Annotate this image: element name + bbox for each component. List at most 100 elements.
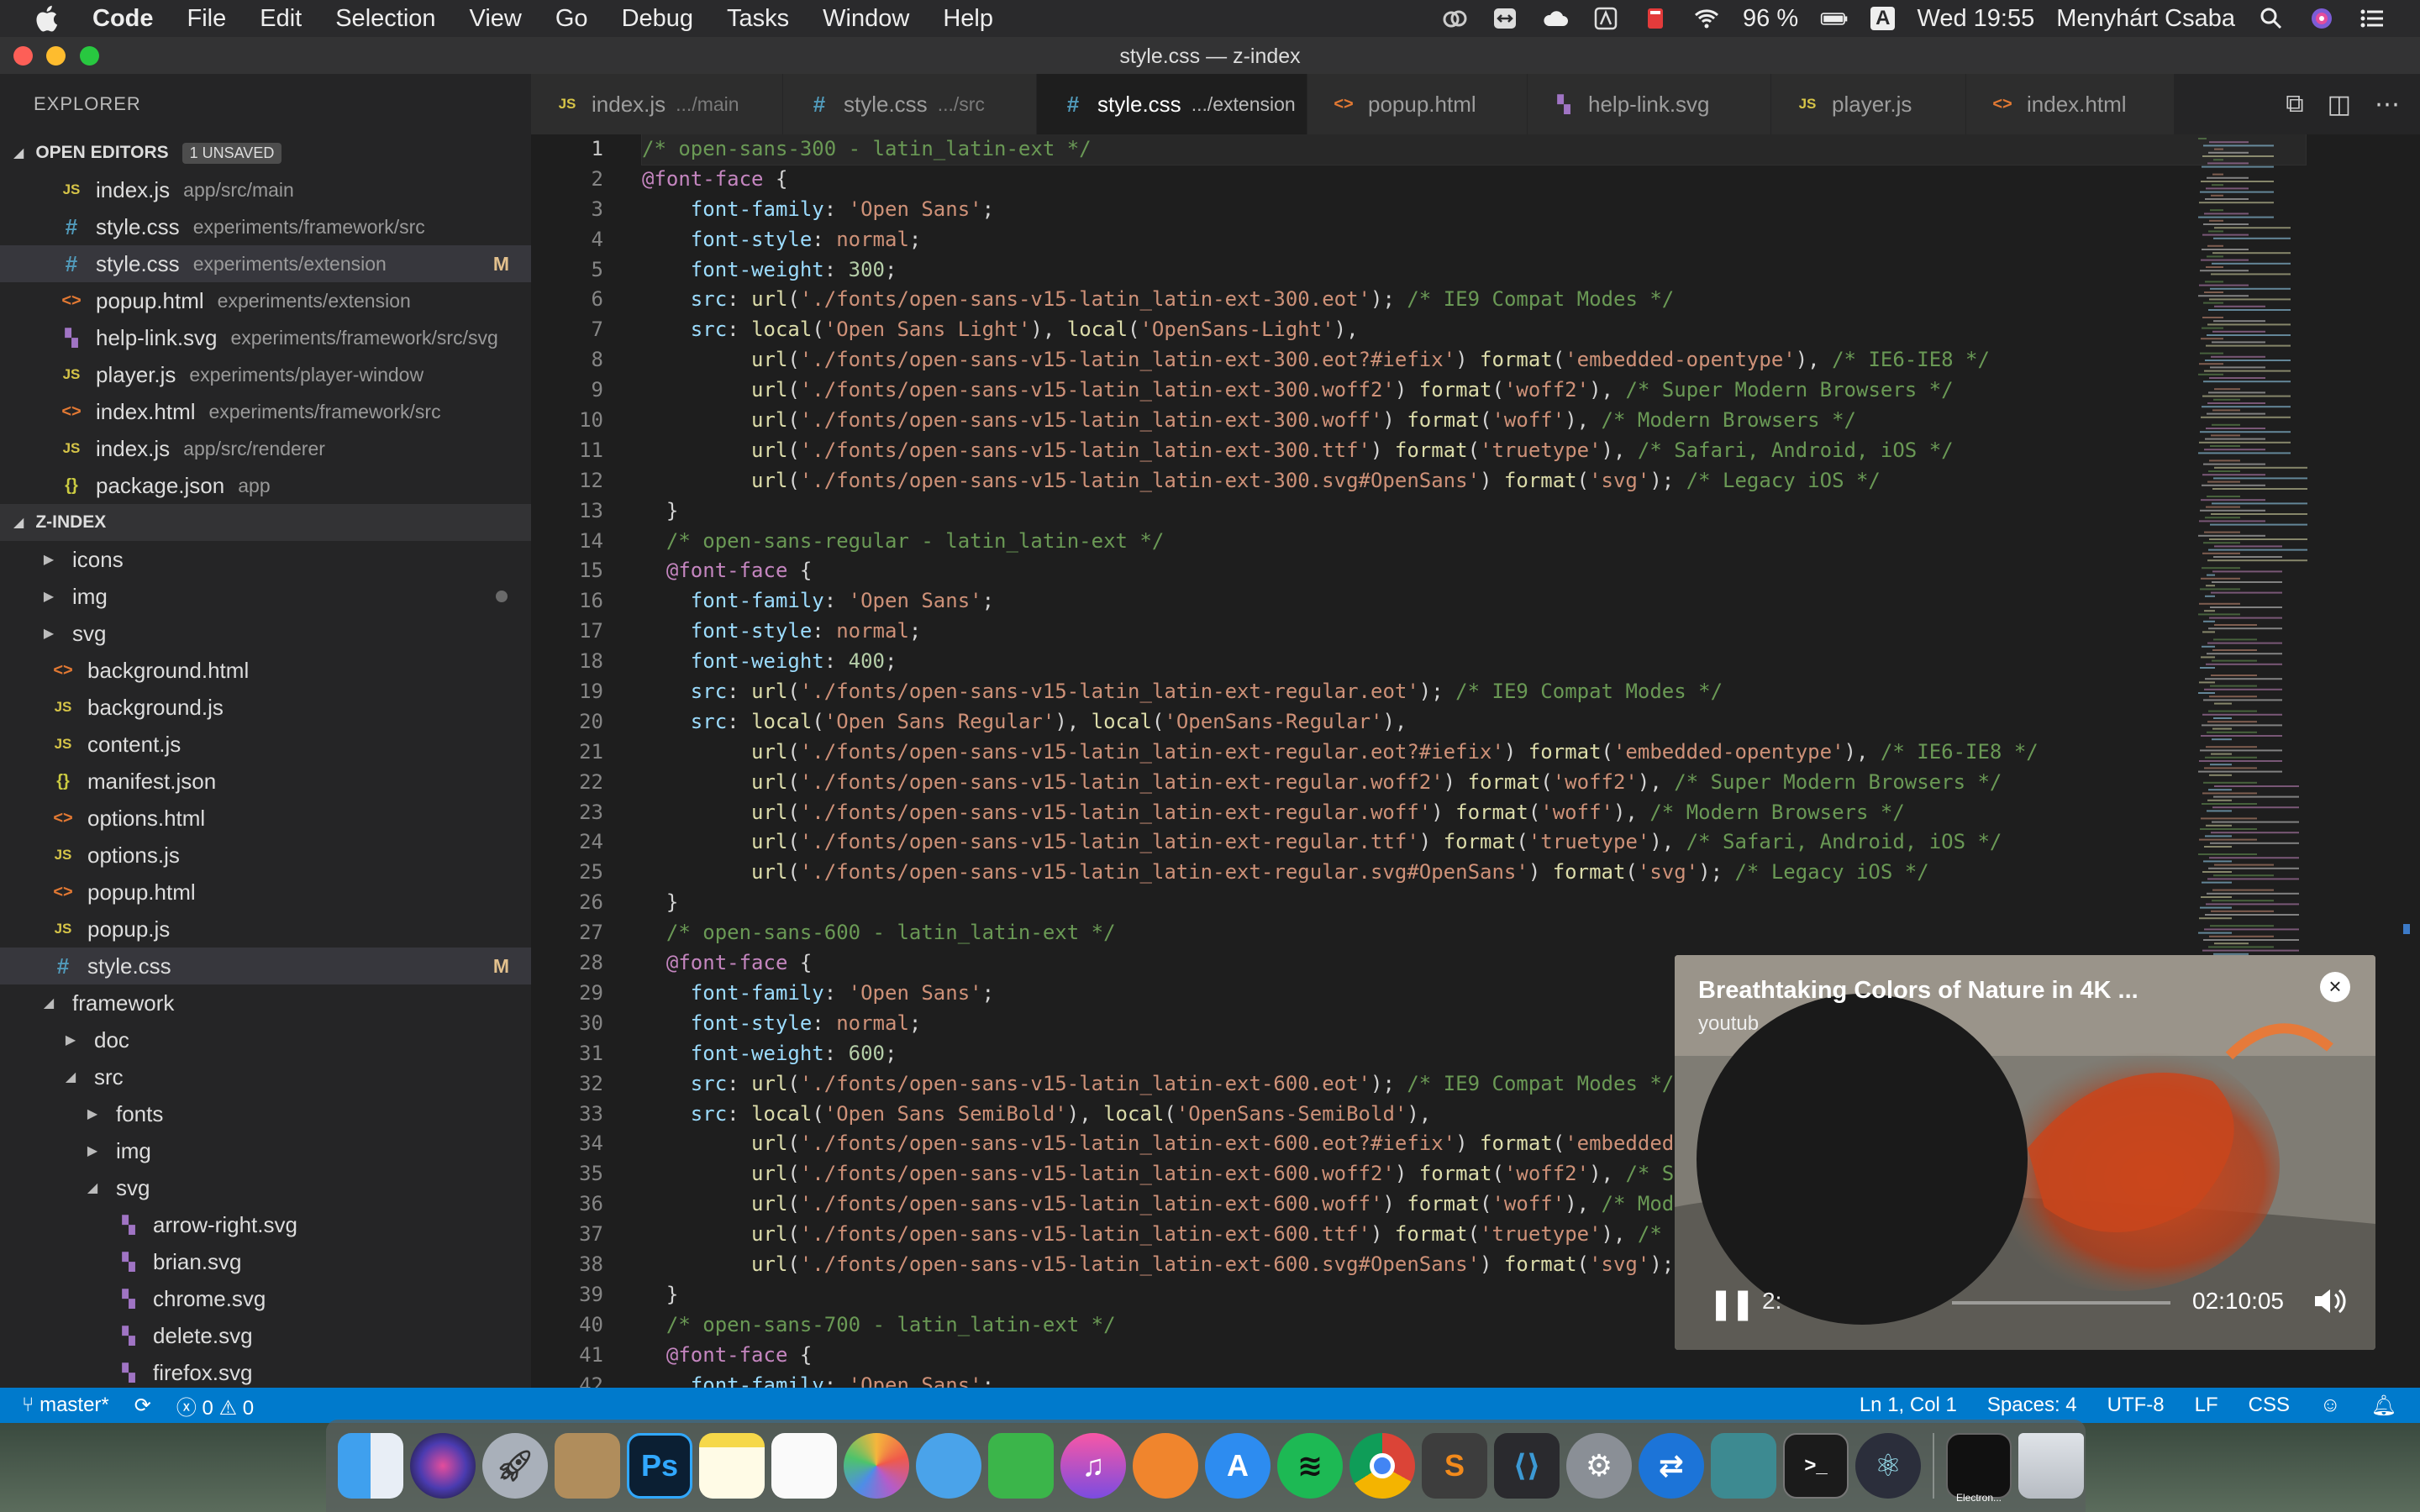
open-changes-icon[interactable]: ⧉ <box>2286 90 2303 118</box>
tree-file[interactable]: JS popup.js <box>0 911 531 948</box>
chrome-icon[interactable] <box>1349 1433 1415 1499</box>
code-line[interactable]: font-style: normal; <box>642 617 2306 647</box>
workspace-folder-header[interactable]: ◢ Z-INDEX <box>0 504 531 541</box>
picture-in-picture-player[interactable]: Breathtaking Colors of Nature in 4K ... … <box>1675 955 2375 1350</box>
code-line[interactable]: font-family: 'Open Sans'; <box>642 586 2306 617</box>
code-line[interactable]: url('./fonts/open-sans-v15-latin_latin-e… <box>642 827 2306 858</box>
code-line[interactable]: @font-face { <box>642 556 2306 586</box>
code-line[interactable]: url('./fonts/open-sans-v15-latin_latin-e… <box>642 345 2306 375</box>
open-editor-item[interactable]: ▚ help-link.svg experiments/framework/src/… <box>0 319 531 356</box>
sync-icon[interactable]: ⟳ <box>134 1394 151 1418</box>
pause-icon[interactable]: ❚❚ <box>1708 1286 1755 1321</box>
terminal-icon[interactable]: >_ <box>1783 1433 1849 1499</box>
code-line[interactable]: src: local('Open Sans Light'), local('Op… <box>642 315 2306 345</box>
battery-icon[interactable] <box>1820 6 1849 31</box>
cloud-icon[interactable] <box>1541 6 1570 31</box>
menu-window[interactable]: Window <box>823 5 909 33</box>
code-line[interactable]: url('./fonts/open-sans-v15-latin_latin-e… <box>642 768 2306 798</box>
bookmark-app-icon[interactable] <box>1642 6 1670 31</box>
open-editor-item[interactable]: JS index.js app/src/main <box>0 171 531 208</box>
code-line[interactable]: src: url('./fonts/open-sans-v15-latin_la… <box>642 285 2306 315</box>
code-line[interactable]: } <box>642 888 2306 918</box>
tree-file[interactable]: JS options.js <box>0 837 531 874</box>
cursor-position[interactable]: Ln 1, Col 1 <box>1860 1394 1957 1417</box>
indentation[interactable]: Spaces: 4 <box>1987 1394 2077 1417</box>
editor-tab[interactable]: #style.css.../extension✕ <box>1037 74 1334 134</box>
tree-file[interactable]: ▚ arrow-right.svg <box>0 1206 531 1243</box>
editor-tab[interactable]: <> index.html <box>1966 74 2175 134</box>
launchpad-icon[interactable]: 🚀︎ <box>482 1433 548 1499</box>
tree-folder[interactable]: ◢ src <box>0 1058 531 1095</box>
menu-edit[interactable]: Edit <box>260 5 302 33</box>
tree-file[interactable]: ▚ delete.svg <box>0 1317 531 1354</box>
video-progress-track[interactable] <box>1952 1301 2170 1305</box>
itunes-icon[interactable]: ♫ <box>1060 1433 1126 1499</box>
notes-icon[interactable] <box>699 1433 765 1499</box>
spotlight-search-icon[interactable] <box>2257 6 2286 31</box>
code-line[interactable]: src: url('./fonts/open-sans-v15-latin_la… <box>642 677 2306 707</box>
open-editor-item[interactable]: <> index.html experiments/framework/src <box>0 393 531 430</box>
tree-file[interactable]: ▚ chrome.svg <box>0 1280 531 1317</box>
editor-tab[interactable]: JS index.js .../main <box>531 74 783 134</box>
sublime-text-icon[interactable]: S <box>1422 1433 1487 1499</box>
notifications-bell-icon[interactable]: 🔔︎ <box>2371 1394 2396 1418</box>
code-line[interactable]: url('./fonts/open-sans-v15-latin_latin-e… <box>642 858 2306 888</box>
code-line[interactable]: url('./fonts/open-sans-v15-latin_latin-e… <box>642 406 2306 436</box>
language-mode[interactable]: CSS <box>2249 1394 2290 1417</box>
code-line[interactable]: /* open-sans-300 - latin_latin-ext */ <box>641 134 2307 165</box>
tree-file[interactable]: JS background.js <box>0 689 531 726</box>
open-editor-item[interactable]: # style.css experiments/extension M <box>0 245 531 282</box>
code-line[interactable]: font-weight: 300; <box>642 255 2306 286</box>
electron-icon[interactable]: ⚛︎ <box>1855 1433 1921 1499</box>
tree-folder[interactable]: ▶ img <box>0 578 531 615</box>
teamviewer-icon[interactable] <box>1491 6 1519 31</box>
code-line[interactable]: src: local('Open Sans Regular'), local('… <box>642 707 2306 738</box>
code-line[interactable]: url('./fonts/open-sans-v15-latin_latin-e… <box>642 798 2306 828</box>
open-editor-item[interactable]: <> popup.html experiments/extension <box>0 282 531 319</box>
apple-icon[interactable] <box>34 5 59 32</box>
editor-tab[interactable]: <> popup.html <box>1307 74 1528 134</box>
open-editors-header[interactable]: ◢ OPEN EDITORS 1 UNSAVED <box>0 134 531 171</box>
tree-folder[interactable]: ▶ doc <box>0 1021 531 1058</box>
editor-tab[interactable]: # style.css .../src <box>783 74 1037 134</box>
code-line[interactable]: } <box>642 496 2306 527</box>
code-line[interactable]: /* open-sans-600 - latin_latin-ext */ <box>642 918 2306 948</box>
code-line[interactable]: url('./fonts/open-sans-v15-latin_latin-e… <box>642 738 2306 768</box>
menubar-user[interactable]: Menyhárt Csaba <box>2056 5 2235 33</box>
end-of-line[interactable]: LF <box>2195 1394 2218 1417</box>
vscode-icon[interactable]: ⟨⟩ <box>1494 1433 1560 1499</box>
tree-file[interactable]: <> background.html <box>0 652 531 689</box>
feedback-smiley-icon[interactable]: ☺ <box>2320 1394 2341 1417</box>
notification-center-icon[interactable] <box>2358 6 2386 31</box>
open-editor-item[interactable]: JS index.js app/src/renderer <box>0 430 531 467</box>
adobe-icon[interactable] <box>1591 6 1620 31</box>
messages-icon[interactable] <box>916 1433 981 1499</box>
shield-icon[interactable] <box>1711 1433 1776 1499</box>
menu-go[interactable]: Go <box>555 5 588 33</box>
menu-selection[interactable]: Selection <box>335 5 435 33</box>
tree-folder[interactable]: ◢ svg <box>0 1169 531 1206</box>
electron-window-thumbnail[interactable]: Electron... <box>1946 1433 2012 1504</box>
editor-tab[interactable]: JS player.js <box>1771 74 1966 134</box>
git-branch[interactable]: ⑂ master* <box>22 1394 109 1417</box>
problems-indicator[interactable]: ⓧ 0 ⚠ 0 <box>176 1391 254 1420</box>
code-line[interactable]: url('./fonts/open-sans-v15-latin_latin-e… <box>642 436 2306 466</box>
app-store-icon[interactable]: A <box>1205 1433 1270 1499</box>
app-menu-code[interactable]: Code <box>92 5 154 33</box>
reminders-icon[interactable] <box>771 1433 837 1499</box>
contacts-icon[interactable] <box>555 1433 620 1499</box>
photos-icon[interactable] <box>844 1433 909 1499</box>
open-editor-item[interactable]: {} package.json app <box>0 467 531 504</box>
ibooks-icon[interactable] <box>1133 1433 1198 1499</box>
tree-folder[interactable]: ▶ fonts <box>0 1095 531 1132</box>
trash-icon[interactable] <box>2018 1433 2084 1499</box>
more-actions-icon[interactable]: ⋯ <box>2375 90 2400 119</box>
code-line[interactable]: font-family: 'Open Sans'; <box>642 195 2306 225</box>
volume-icon[interactable] <box>2312 1284 2349 1318</box>
close-icon[interactable]: × <box>2320 972 2350 1002</box>
tree-file[interactable]: {} manifest.json <box>0 763 531 800</box>
system-preferences-icon[interactable]: ⚙︎ <box>1566 1433 1632 1499</box>
code-line[interactable]: @font-face { <box>642 165 2306 195</box>
code-line[interactable]: url('./fonts/open-sans-v15-latin_latin-e… <box>642 466 2306 496</box>
menu-view[interactable]: View <box>470 5 522 33</box>
